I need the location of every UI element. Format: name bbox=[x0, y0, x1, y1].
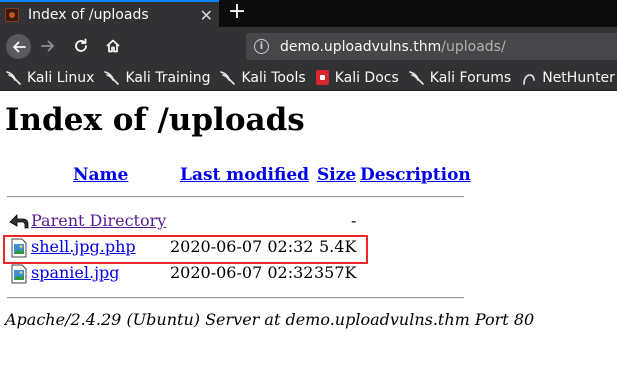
back-folder-icon bbox=[9, 214, 29, 229]
bookmark-kali-tools[interactable]: Kali Tools bbox=[220, 66, 309, 90]
arrow-left-icon bbox=[12, 41, 26, 52]
nethunter-icon bbox=[523, 73, 536, 85]
kali-dragon-icon bbox=[220, 70, 236, 85]
home-button[interactable] bbox=[102, 35, 124, 57]
file-modified: 2020-06-07 02:32 bbox=[170, 263, 314, 282]
back-button[interactable] bbox=[6, 34, 31, 59]
kali-dragon-icon bbox=[6, 70, 21, 85]
file-link-spaniel-jpg[interactable]: spaniel.jpg bbox=[31, 263, 120, 282]
bookmark-label: Kali Forums bbox=[429, 69, 512, 86]
server-signature: Apache/2.4.29 (Ubuntu) Server at demo.up… bbox=[5, 310, 535, 329]
bookmark-label: Kali Docs bbox=[334, 69, 399, 86]
forward-button[interactable] bbox=[37, 35, 59, 57]
file-size: 357K bbox=[314, 263, 357, 282]
new-tab-button[interactable]: + bbox=[226, 0, 248, 25]
column-header-description[interactable]: Description bbox=[360, 165, 471, 185]
bookmark-nethunter[interactable]: NetHunter bbox=[521, 66, 617, 90]
bookmark-label: Kali Tools bbox=[241, 69, 306, 86]
kali-dragon-icon bbox=[408, 70, 424, 85]
tab-bar: Index of /uploads ✕ + bbox=[0, 0, 617, 27]
file-size: - bbox=[351, 211, 357, 230]
highlight-box bbox=[3, 235, 368, 264]
close-tab-icon[interactable]: ✕ bbox=[200, 6, 213, 25]
site-favicon-icon bbox=[5, 7, 19, 22]
footer-divider bbox=[7, 297, 464, 299]
column-header-size[interactable]: Size bbox=[317, 165, 356, 185]
kali-dragon-icon bbox=[104, 70, 120, 85]
tab-title: Index of /uploads bbox=[28, 6, 149, 23]
header-divider bbox=[7, 196, 464, 198]
column-header-name[interactable]: Name bbox=[73, 165, 128, 185]
column-header-last-modified[interactable]: Last modified bbox=[180, 165, 309, 185]
tab-uploads[interactable]: Index of /uploads ✕ bbox=[0, 0, 219, 27]
table-row: Parent Directory - bbox=[5, 210, 475, 232]
bookmarks-toolbar: Kali Linux Kali Training Kali Tools Kali… bbox=[0, 65, 617, 91]
bookmark-label: Kali Linux bbox=[27, 69, 95, 86]
reload-icon bbox=[75, 38, 87, 52]
address-bar[interactable]: i demo.uploadvulns.thm/uploads/ bbox=[246, 33, 617, 60]
table-row: spaniel.jpg 2020-06-07 02:32 357K bbox=[5, 262, 475, 284]
url-path: /uploads/ bbox=[441, 38, 506, 55]
bookmark-label: NetHunter bbox=[542, 69, 615, 86]
url-text[interactable]: demo.uploadvulns.thm/uploads/ bbox=[280, 39, 506, 55]
bookmark-kali-training[interactable]: Kali Training bbox=[104, 66, 214, 90]
url-host: demo.uploadvulns.thm bbox=[280, 38, 442, 55]
parent-directory-link[interactable]: Parent Directory bbox=[31, 211, 166, 230]
home-icon bbox=[106, 39, 120, 53]
bookmark-kali-docs[interactable]: Kali Docs bbox=[315, 66, 403, 90]
page-title: Index of /uploads bbox=[5, 102, 305, 138]
reload-button[interactable] bbox=[70, 35, 92, 57]
bookmark-kali-linux[interactable]: Kali Linux bbox=[6, 66, 98, 90]
bookmark-label: Kali Training bbox=[125, 69, 211, 86]
bookmark-kali-forums[interactable]: Kali Forums bbox=[408, 66, 515, 90]
arrow-right-icon bbox=[41, 40, 54, 52]
kali-docs-icon bbox=[315, 70, 329, 85]
image-file-icon bbox=[11, 264, 27, 284]
site-info-icon[interactable]: i bbox=[254, 39, 269, 54]
